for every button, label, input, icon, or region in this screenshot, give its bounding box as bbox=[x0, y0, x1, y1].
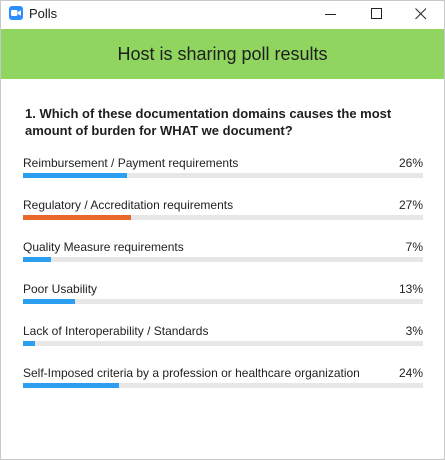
option-label: Self-Imposed criteria by a profession or… bbox=[23, 366, 360, 380]
result-bar-fill bbox=[23, 215, 131, 220]
poll-option: Regulatory / Accreditation requirements … bbox=[23, 198, 423, 228]
poll-option: Self-Imposed criteria by a profession or… bbox=[23, 366, 423, 396]
poll-option: Lack of Interoperability / Standards 3% bbox=[23, 324, 423, 354]
result-bar-track bbox=[23, 383, 423, 388]
poll-option: Poor Usability 13% bbox=[23, 282, 423, 312]
option-percentage: 13% bbox=[398, 282, 423, 296]
option-percentage: 7% bbox=[405, 240, 423, 254]
result-bar-fill bbox=[23, 257, 51, 262]
option-percentage: 24% bbox=[398, 366, 423, 380]
maximize-icon bbox=[371, 8, 382, 19]
result-bar-fill bbox=[23, 383, 119, 388]
maximize-button[interactable] bbox=[354, 1, 400, 28]
option-percentage: 3% bbox=[405, 324, 423, 338]
result-bar-fill bbox=[23, 299, 75, 304]
result-bar-track bbox=[23, 341, 423, 346]
poll-option: Reimbursement / Payment requirements 26% bbox=[23, 156, 423, 186]
option-percentage: 27% bbox=[398, 198, 423, 212]
close-button[interactable] bbox=[398, 1, 444, 28]
result-bar-track bbox=[23, 173, 423, 178]
title-bar[interactable]: Polls bbox=[1, 1, 444, 28]
minimize-button[interactable] bbox=[308, 1, 354, 28]
option-label: Reimbursement / Payment requirements bbox=[23, 156, 239, 170]
close-icon bbox=[415, 8, 427, 20]
result-bar-track bbox=[23, 257, 423, 262]
option-label: Poor Usability bbox=[23, 282, 98, 296]
zoom-app-icon bbox=[9, 6, 23, 20]
option-label: Lack of Interoperability / Standards bbox=[23, 324, 209, 338]
option-percentage: 26% bbox=[398, 156, 423, 170]
poll-question: 1. Which of these documentation domains … bbox=[25, 106, 392, 138]
polls-window: Polls Host is sharing poll results 1. Wh… bbox=[0, 0, 445, 460]
result-bar-track bbox=[23, 215, 423, 220]
window-title: Polls bbox=[29, 6, 58, 21]
option-label: Regulatory / Accreditation requirements bbox=[23, 198, 234, 212]
result-bar-fill bbox=[23, 173, 127, 178]
result-bar-track bbox=[23, 299, 423, 304]
option-label: Quality Measure requirements bbox=[23, 240, 184, 254]
poll-option: Quality Measure requirements 7% bbox=[23, 240, 423, 270]
sharing-banner: Host is sharing poll results bbox=[1, 29, 444, 79]
result-bar-fill bbox=[23, 341, 35, 346]
minimize-icon bbox=[325, 14, 336, 15]
